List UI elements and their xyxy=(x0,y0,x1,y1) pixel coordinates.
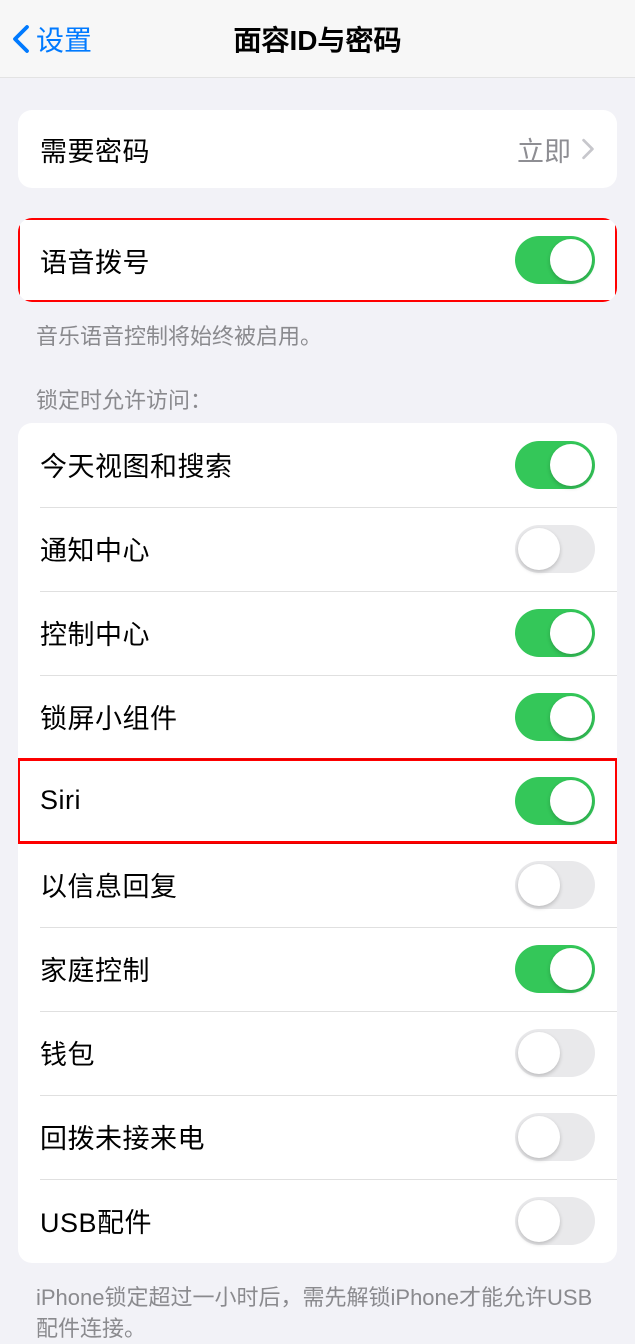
lockscreen-item-toggle[interactable] xyxy=(515,693,595,741)
require-passcode-label: 需要密码 xyxy=(40,130,150,169)
lockscreen-item-toggle[interactable] xyxy=(515,945,595,993)
lockscreen-item-toggle[interactable] xyxy=(515,609,595,657)
voice-dial-footer: 音乐语音控制将始终被启用。 xyxy=(0,312,635,353)
lockscreen-item-toggle[interactable] xyxy=(515,861,595,909)
lockscreen-item-label: 锁屏小组件 xyxy=(40,697,178,736)
require-passcode-row[interactable]: 需要密码 立即 xyxy=(18,110,617,188)
back-label: 设置 xyxy=(36,19,92,59)
lockscreen-item-row: USB配件 xyxy=(18,1179,617,1263)
lockscreen-item-label: 钱包 xyxy=(40,1033,95,1072)
lockscreen-item-label: 以信息回复 xyxy=(40,865,178,904)
lockscreen-item-toggle[interactable] xyxy=(515,441,595,489)
chevron-left-icon xyxy=(12,24,30,54)
navbar: 设置 面容ID与密码 xyxy=(0,0,635,78)
voice-dial-row: 语音拨号 xyxy=(18,218,617,302)
lockscreen-item-label: 通知中心 xyxy=(40,529,150,568)
chevron-right-icon xyxy=(581,138,595,160)
back-button[interactable]: 设置 xyxy=(0,19,92,59)
require-passcode-value: 立即 xyxy=(517,130,571,169)
content: 需要密码 立即 语音拨号 音乐语音控制将始终被启用。 锁定时允许访问： 今天视图… xyxy=(0,110,635,1344)
lockscreen-item-row: Siri xyxy=(18,759,617,843)
lockscreen-header: 锁定时允许访问： xyxy=(0,353,635,415)
lockscreen-item-toggle[interactable] xyxy=(515,777,595,825)
lockscreen-item-row: 家庭控制 xyxy=(18,927,617,1011)
lockscreen-item-row: 通知中心 xyxy=(18,507,617,591)
group-voice-dial: 语音拨号 xyxy=(18,218,617,302)
lockscreen-item-row: 今天视图和搜索 xyxy=(18,423,617,507)
page-title: 面容ID与密码 xyxy=(233,19,401,59)
lockscreen-item-label: USB配件 xyxy=(40,1201,152,1240)
group-lockscreen-access: 今天视图和搜索通知中心控制中心锁屏小组件 Siri 以信息回复家庭控制钱包回拨未接来… xyxy=(18,423,617,1263)
lockscreen-item-toggle[interactable] xyxy=(515,525,595,573)
lockscreen-item-row: 以信息回复 xyxy=(18,843,617,927)
lockscreen-item-row: 回拨未接来电 xyxy=(18,1095,617,1179)
lockscreen-item-label: 家庭控制 xyxy=(40,949,150,988)
lockscreen-item-row: 锁屏小组件 xyxy=(18,675,617,759)
lockscreen-item-row: 钱包 xyxy=(18,1011,617,1095)
voice-dial-label: 语音拨号 xyxy=(40,241,150,280)
group-require-passcode: 需要密码 立即 xyxy=(18,110,617,188)
lockscreen-item-toggle[interactable] xyxy=(515,1197,595,1245)
lockscreen-item-label: 今天视图和搜索 xyxy=(40,445,233,484)
lockscreen-item-label: Siri xyxy=(40,785,81,816)
lockscreen-item-row: 控制中心 xyxy=(18,591,617,675)
lockscreen-item-label: 控制中心 xyxy=(40,613,150,652)
voice-dial-toggle[interactable] xyxy=(515,236,595,284)
lockscreen-footer: iPhone锁定超过一小时后，需先解锁iPhone才能允许USB配件连接。 xyxy=(0,1273,635,1344)
lockscreen-item-label: 回拨未接来电 xyxy=(40,1117,205,1156)
lockscreen-item-toggle[interactable] xyxy=(515,1113,595,1161)
require-passcode-value-wrap: 立即 xyxy=(517,130,595,169)
lockscreen-item-toggle[interactable] xyxy=(515,1029,595,1077)
